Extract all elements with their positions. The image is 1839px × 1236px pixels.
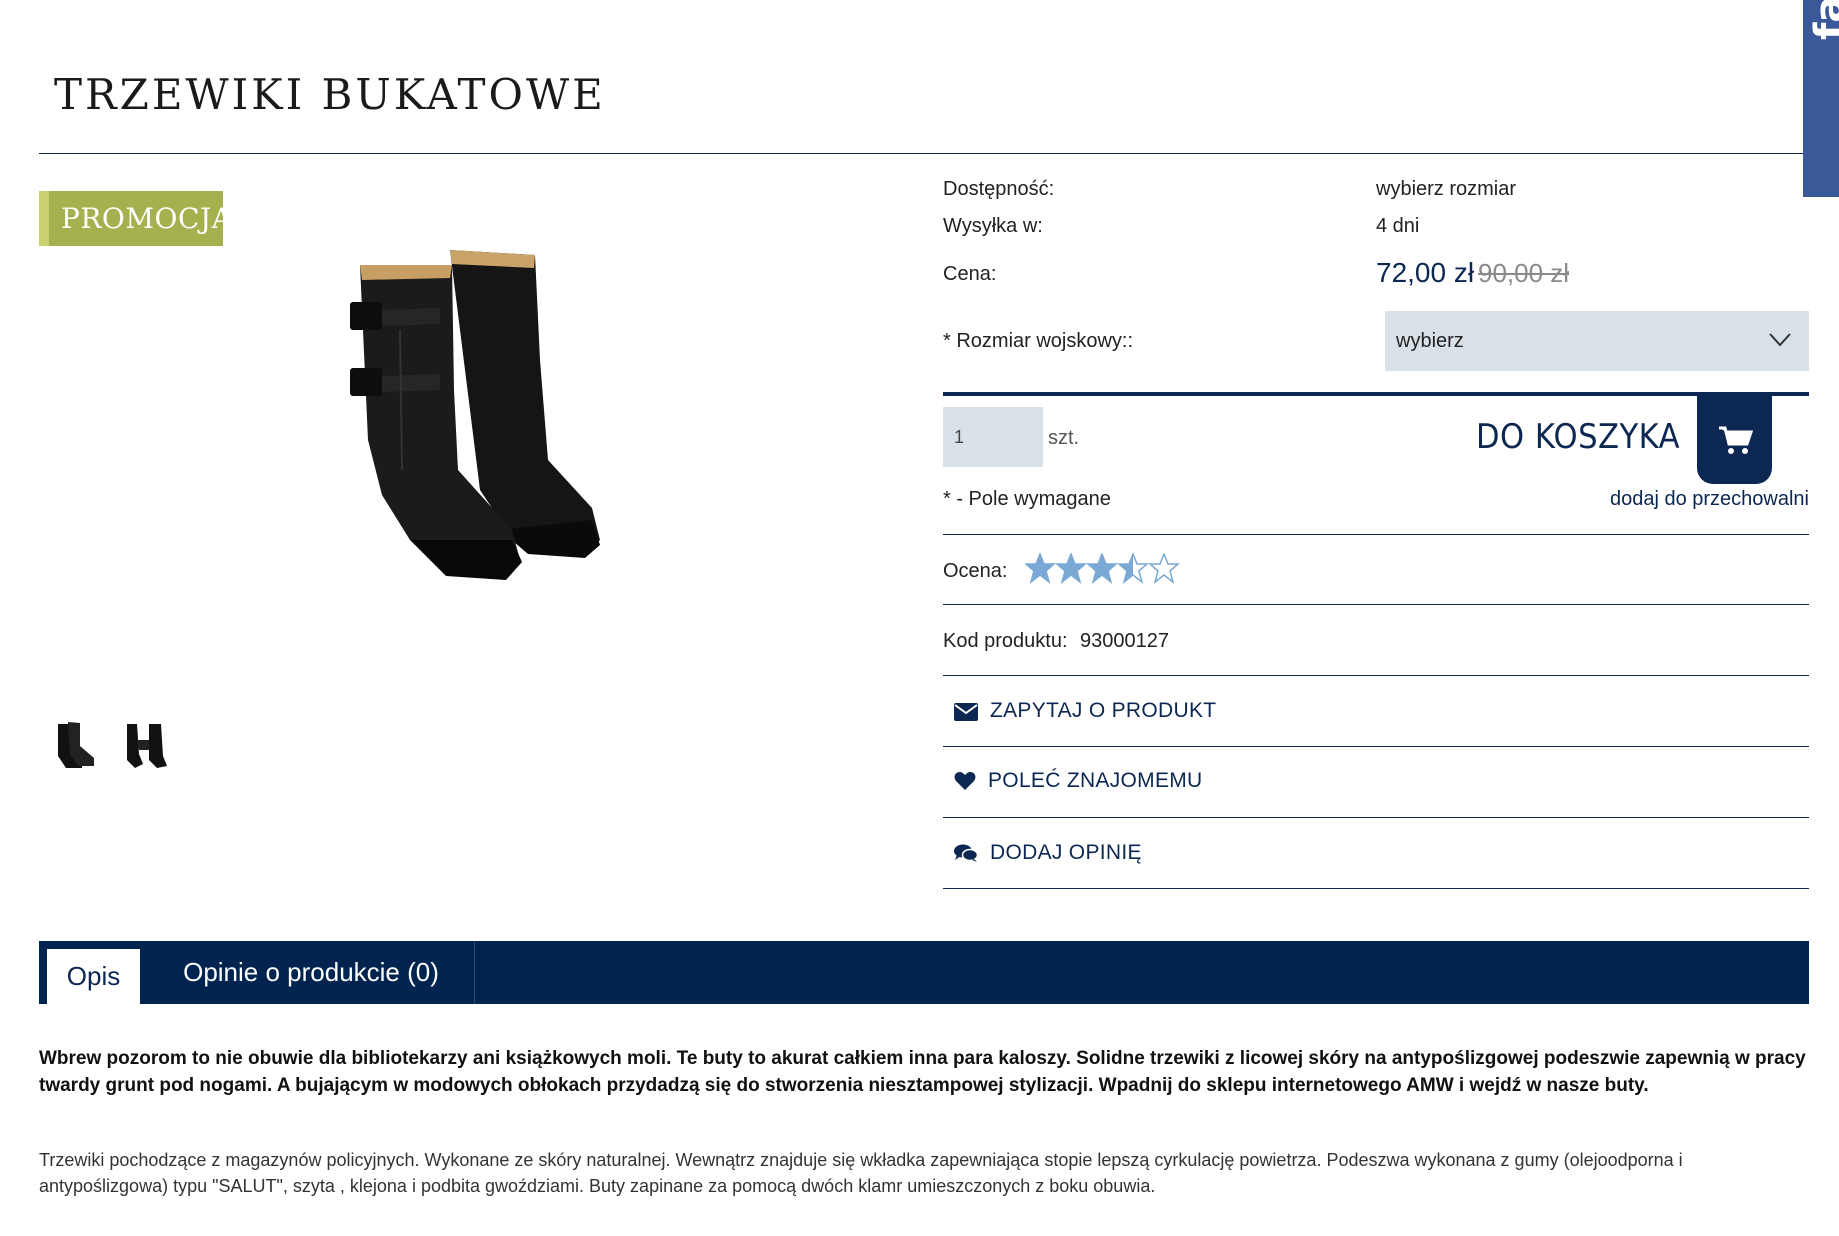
availability-value: wybierz rozmiar <box>1376 178 1517 200</box>
add-review-link[interactable]: DODAJ OPINIĘ <box>954 841 1142 865</box>
description-lead: Wbrew pozorom to nie obuwie dla bibliote… <box>39 1048 1806 1096</box>
add-to-cart-button[interactable] <box>1697 396 1772 484</box>
product-code-label: Kod produktu: <box>943 630 1068 652</box>
description-text: Trzewiki pochodzące z magazynów policyjn… <box>39 1150 1683 1196</box>
product-tabs: Opis Opinie o produkcie (0) <box>39 941 1809 1004</box>
thumbnail-2[interactable] <box>123 720 169 772</box>
rating-stars[interactable] <box>1025 553 1185 585</box>
price-old: 90,00 zł <box>1478 258 1570 288</box>
cart-icon <box>1719 426 1753 454</box>
size-label: * Rozmiar wojskowy:: <box>943 330 1134 352</box>
heart-icon <box>954 772 976 790</box>
required-note: * - Pole wymagane <box>943 488 1111 510</box>
star-empty-icon <box>1149 553 1179 583</box>
price-label: Cena: <box>943 263 997 285</box>
star-icon <box>1087 553 1117 583</box>
product-main-image[interactable] <box>330 240 650 620</box>
size-select[interactable]: wybierz <box>1385 311 1809 371</box>
quantity-input[interactable]: 1 <box>943 407 1043 467</box>
ask-about-product-link[interactable]: ZAPYTAJ O PRODUKT <box>954 699 1216 723</box>
rating-label: Ocena: <box>943 560 1008 582</box>
comments-icon <box>954 844 979 862</box>
divider <box>943 534 1809 535</box>
facebook-label: facebook <box>1807 0 1839 40</box>
add-to-cart-label[interactable]: DO KOSZYKA <box>1476 417 1680 457</box>
star-icon <box>1056 553 1086 583</box>
thumbnail-1[interactable] <box>52 720 98 772</box>
promo-badge: PROMOCJA <box>39 191 232 246</box>
recommend-to-friend-label: POLEĆ ZNAJOMEMU <box>988 769 1203 792</box>
recommend-to-friend-link[interactable]: POLEĆ ZNAJOMEMU <box>954 769 1203 793</box>
product-title: TRZEWIKI BUKATOWE <box>54 70 606 119</box>
divider <box>943 817 1809 818</box>
tab-reviews[interactable]: Opinie o produkcie (0) <box>148 941 475 1004</box>
divider <box>943 746 1809 747</box>
star-half-icon <box>1118 553 1148 583</box>
divider <box>943 888 1809 889</box>
add-to-storage-link[interactable]: dodaj do przechowalni <box>1610 488 1809 511</box>
availability-label: Dostępność: <box>943 178 1055 200</box>
product-code-value: 93000127 <box>1080 630 1169 652</box>
price-current: 72,00 zł <box>1376 257 1475 288</box>
cart-divider <box>943 392 1809 396</box>
quantity-unit: szt. <box>1048 427 1080 449</box>
envelope-icon <box>954 703 978 721</box>
add-review-label: DODAJ OPINIĘ <box>990 841 1142 864</box>
divider <box>943 675 1809 676</box>
divider <box>943 604 1809 605</box>
facebook-side-tab[interactable]: facebook <box>1803 0 1839 197</box>
title-divider <box>39 153 1809 154</box>
tab-description[interactable]: Opis <box>47 949 140 1004</box>
size-select-value: wybierz <box>1396 330 1464 352</box>
ask-about-product-label: ZAPYTAJ O PRODUKT <box>990 699 1217 722</box>
shipping-value: 4 dni <box>1376 215 1420 237</box>
chevron-down-icon <box>1769 333 1791 347</box>
star-icon <box>1025 553 1055 583</box>
shipping-label: Wysyłka w: <box>943 215 1043 237</box>
